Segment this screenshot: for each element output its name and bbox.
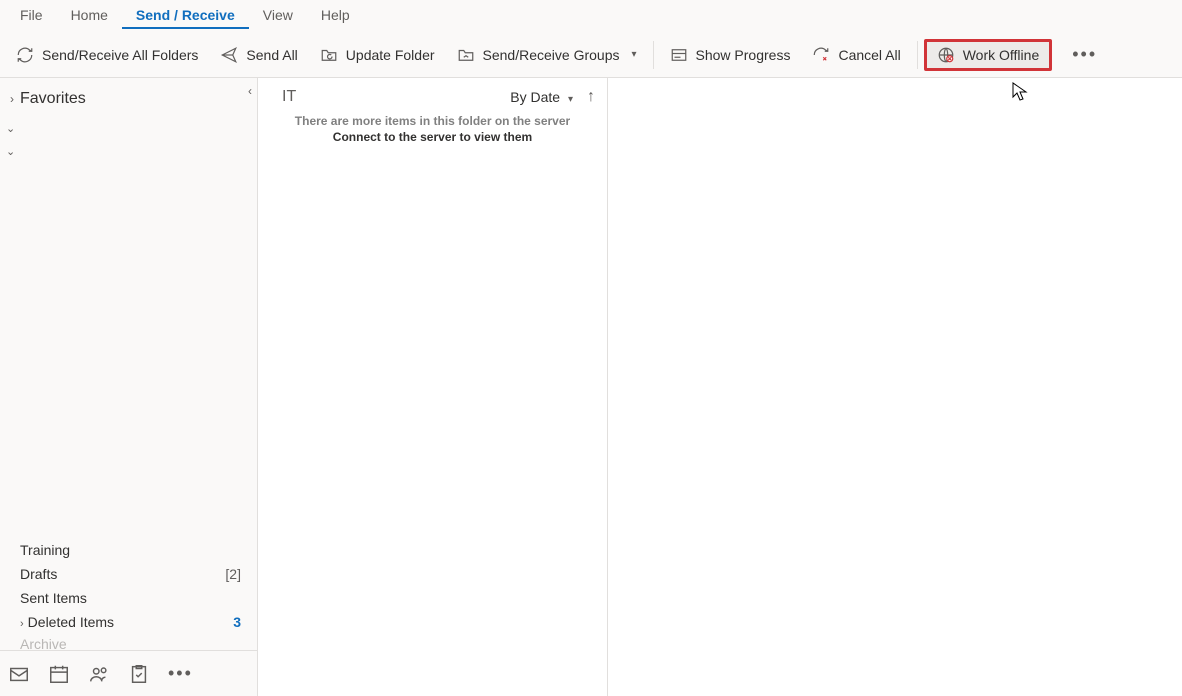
nav-more-button[interactable]: •••: [168, 663, 193, 684]
folder-label: Deleted Items: [28, 614, 114, 630]
folder-training[interactable]: Training: [0, 538, 257, 562]
folder-drafts[interactable]: Drafts [2]: [0, 562, 257, 586]
sort-label: By Date: [510, 89, 560, 105]
folder-sync-icon: [457, 46, 475, 64]
account-node-2[interactable]: ⌄: [0, 139, 257, 162]
message-list-header: IT By Date ▾ ↑: [258, 78, 607, 112]
send-receive-groups-button[interactable]: Send/Receive Groups ▾: [447, 40, 647, 70]
folder-label: Sent Items: [20, 590, 87, 606]
folder-deleted-items[interactable]: › Deleted Items 3: [0, 610, 257, 634]
people-icon[interactable]: [88, 663, 110, 685]
sort-direction-button[interactable]: ↑: [587, 88, 595, 106]
folder-label: Archive: [20, 636, 67, 650]
ribbon-bar: Send/Receive All Folders Send All Update…: [0, 32, 1182, 78]
update-folder-label: Update Folder: [346, 47, 435, 63]
send-receive-all-button[interactable]: Send/Receive All Folders: [6, 40, 208, 70]
ribbon-separator: [917, 41, 918, 69]
update-folder-button[interactable]: Update Folder: [310, 40, 445, 70]
cancel-all-label: Cancel All: [838, 47, 900, 63]
calendar-icon[interactable]: [48, 663, 70, 685]
chevron-right-icon: ›: [20, 618, 24, 630]
send-all-button[interactable]: Send All: [210, 40, 307, 70]
mail-icon[interactable]: [8, 663, 30, 685]
folder-sent-items[interactable]: Sent Items: [0, 586, 257, 610]
server-info-line1: There are more items in this folder on t…: [258, 112, 607, 128]
ribbon-overflow-button[interactable]: •••: [1062, 38, 1107, 71]
account-node-1[interactable]: ⌄: [0, 116, 257, 139]
tab-file[interactable]: File: [6, 3, 57, 29]
work-offline-button[interactable]: Work Offline: [924, 39, 1053, 71]
tab-home[interactable]: Home: [57, 3, 122, 29]
main-area: ‹ › Favorites ⌄ ⌄ Training Drafts [2] Sen…: [0, 78, 1182, 696]
server-info-line2[interactable]: Connect to the server to view them: [258, 128, 607, 154]
chevron-down-icon: ⌄: [6, 123, 15, 135]
show-progress-label: Show Progress: [696, 47, 791, 63]
send-receive-all-label: Send/Receive All Folders: [42, 47, 198, 63]
send-all-label: Send All: [246, 47, 297, 63]
cancel-all-button[interactable]: Cancel All: [802, 40, 910, 70]
show-progress-button[interactable]: Show Progress: [660, 40, 801, 70]
folder-label: Training: [20, 542, 70, 558]
send-icon: [220, 46, 238, 64]
collapse-nav-button[interactable]: ‹: [242, 84, 258, 100]
reading-pane: [608, 78, 1182, 696]
folder-label: Drafts: [20, 566, 57, 582]
chevron-right-icon: ›: [10, 92, 14, 106]
work-offline-label: Work Offline: [963, 47, 1040, 63]
send-receive-groups-label: Send/Receive Groups: [483, 47, 620, 63]
refresh-icon: [16, 46, 34, 64]
folder-title: IT: [282, 88, 496, 106]
navigation-pane: ‹ › Favorites ⌄ ⌄ Training Drafts [2] Sen…: [0, 78, 258, 696]
chevron-down-icon: ⌄: [6, 146, 15, 158]
globe-offline-icon: [937, 46, 955, 64]
ribbon-tabs: File Home Send / Receive View Help: [0, 0, 1182, 32]
folder-count: [2]: [225, 566, 241, 582]
favorites-label: Favorites: [20, 90, 86, 107]
cancel-icon: [812, 46, 830, 64]
nav-switcher: •••: [0, 650, 257, 696]
favorites-header[interactable]: › Favorites: [0, 78, 257, 116]
chevron-down-icon: ▾: [568, 94, 573, 105]
folder-refresh-icon: [320, 46, 338, 64]
chevron-down-icon: ▾: [631, 49, 636, 60]
sort-button[interactable]: By Date ▾: [510, 89, 573, 105]
tab-send-receive[interactable]: Send / Receive: [122, 3, 249, 29]
message-list-pane: IT By Date ▾ ↑ There are more items in t…: [258, 78, 608, 696]
tasks-icon[interactable]: [128, 663, 150, 685]
progress-icon: [670, 46, 688, 64]
tab-help[interactable]: Help: [307, 3, 364, 29]
folder-count: 3: [233, 614, 241, 630]
ribbon-separator: [653, 41, 654, 69]
tab-view[interactable]: View: [249, 3, 307, 29]
folder-archive[interactable]: Archive: [0, 634, 257, 650]
